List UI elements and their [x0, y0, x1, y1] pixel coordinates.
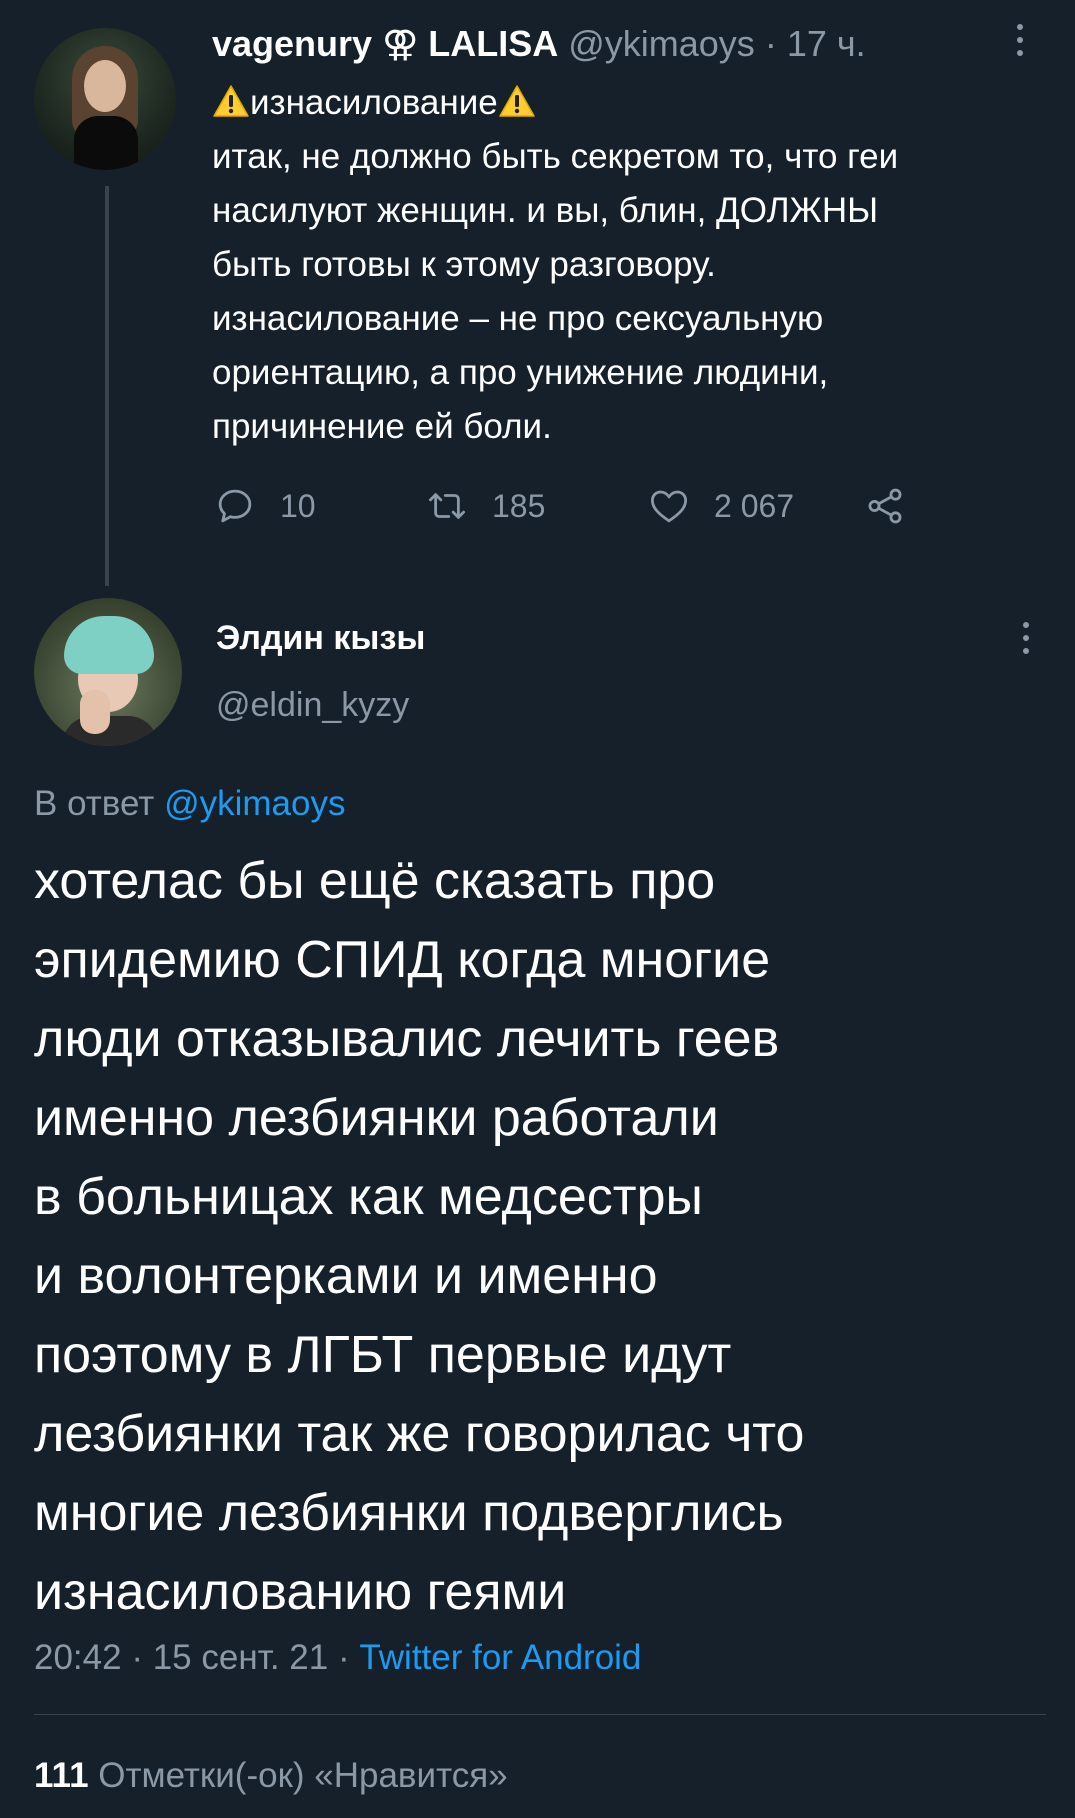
- tweet-text-line: причинение ей боли.: [212, 407, 552, 446]
- likes-count: 111: [34, 1756, 89, 1795]
- retweet-icon: [428, 493, 466, 519]
- avatar-hair: [64, 616, 154, 674]
- tweet-text-line: в больницах как медсестры: [34, 1168, 703, 1226]
- tweet-text-line: именно лезбиянки работали: [34, 1089, 719, 1147]
- reply-count: 10: [280, 487, 316, 524]
- tweet-text-line: многие лезбиянки подверглись: [34, 1484, 784, 1542]
- tweet-text-line: и волонтерками и именно: [34, 1247, 658, 1305]
- reply-to-context: В ответ @ykimaoys: [34, 782, 345, 826]
- tweet-text-line: итак, не должно быть секретом то, что ге…: [212, 137, 899, 176]
- reply-author-handle[interactable]: @eldin_kyzy: [216, 684, 409, 726]
- avatar-body: [74, 116, 138, 170]
- tweet-text-line: быть готовы к этому разговору.: [212, 245, 716, 284]
- likes-label: Отметки(-ок) «Нравится»: [98, 1756, 508, 1795]
- tweet-text-line: ориентацию, а про унижение людини,: [212, 353, 829, 392]
- parent-author-handle[interactable]: @ykimaoys: [568, 23, 755, 64]
- reply-to-prefix: В ответ: [34, 784, 155, 823]
- tweet-text-line: лезбиянки так же говорилас что: [34, 1405, 805, 1463]
- tweet-time[interactable]: 20:42: [34, 1638, 122, 1677]
- more-vertical-icon[interactable]: [1016, 622, 1036, 662]
- avatar-face: [84, 60, 126, 112]
- tweet-text-line: изнасилованию геями: [34, 1563, 567, 1621]
- parent-author-avatar[interactable]: [34, 28, 176, 170]
- reply-button[interactable]: 10: [214, 484, 316, 528]
- parent-tweet-header: vagenury ⚢ LALISA @ykimaoys · 17 ч.: [212, 22, 866, 66]
- separator-dot: ·: [764, 23, 777, 64]
- avatar-shirt: [62, 716, 158, 746]
- tweet-source-link[interactable]: Twitter for Android: [359, 1638, 641, 1677]
- tweet-text-line: насилуют женщин. и вы, блин, ДОЛЖНЫ: [212, 191, 879, 230]
- tweet-text-line: изнасилование: [212, 76, 1042, 130]
- divider: [34, 1714, 1046, 1715]
- more-vertical-icon[interactable]: [1010, 24, 1030, 64]
- reply-icon: [218, 489, 252, 523]
- reply-tweet-text: хотелас бы ещё сказать про эпидемию СПИД…: [34, 842, 1044, 1632]
- tweet-text-line: эпидемию СПИД когда многие: [34, 931, 771, 989]
- retweet-count: 185: [492, 487, 546, 524]
- parent-tweet-text: изнасилование итак, не должно быть секре…: [212, 76, 1042, 454]
- avatar-hands: [80, 690, 110, 734]
- reply-author-avatar[interactable]: [34, 598, 182, 746]
- tweet-metadata: 20:42 · 15 сент. 21 · Twitter for Androi…: [34, 1636, 641, 1680]
- parent-author-name[interactable]: vagenury ⚢ LALISA: [212, 23, 558, 64]
- tweet-text-line: люди отказывалис лечить геев: [34, 1010, 780, 1068]
- like-count: 2 067: [714, 487, 795, 524]
- parent-tweet-time[interactable]: 17 ч.: [787, 23, 866, 64]
- separator-dot: ·: [131, 1638, 143, 1677]
- separator-dot: ·: [337, 1638, 350, 1677]
- tweet-text-line: хотелас бы ещё сказать про: [34, 852, 716, 910]
- warning-icon: [213, 85, 249, 117]
- heart-icon: [650, 490, 688, 523]
- likes-summary[interactable]: 111 Отметки(-ок) «Нравится»: [34, 1754, 508, 1798]
- like-button[interactable]: 2 067: [648, 484, 794, 528]
- warning-icon: [498, 85, 535, 117]
- tweet-text-line: поэтому в ЛГБТ первые идут: [34, 1326, 732, 1384]
- tweet-text-line-content: изнасилование: [250, 83, 498, 122]
- share-button[interactable]: [864, 484, 906, 528]
- share-icon: [868, 488, 902, 524]
- thread-connector-line: [105, 186, 109, 586]
- tweet-text-line: изнасилование – не про сексуальную: [212, 299, 824, 338]
- tweet-date[interactable]: 15 сент. 21: [153, 1638, 328, 1677]
- reply-author-name[interactable]: Элдин кызы: [216, 617, 425, 659]
- retweet-button[interactable]: 185: [426, 484, 545, 528]
- reply-to-mention-link[interactable]: @ykimaoys: [164, 784, 345, 823]
